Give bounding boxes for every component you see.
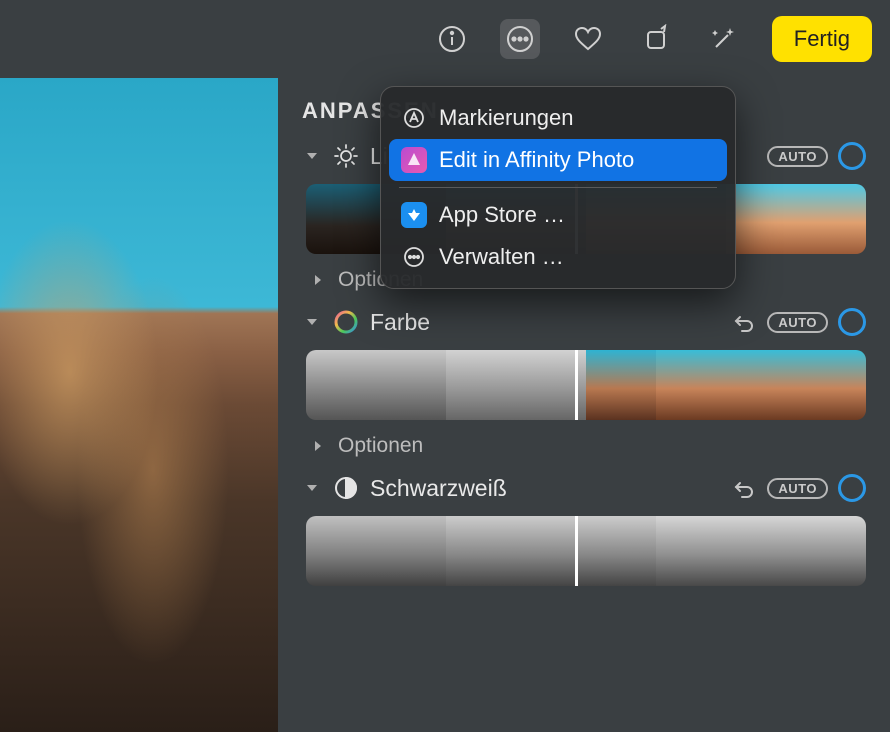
- affinity-photo-icon: [401, 147, 427, 173]
- adjustment-label: Schwarzweiß: [370, 475, 721, 502]
- auto-button[interactable]: AUTO: [767, 312, 828, 333]
- chevron-down-icon[interactable]: [302, 146, 322, 166]
- contrast-icon: [332, 474, 360, 502]
- image-preview: [0, 78, 278, 732]
- markup-icon: [401, 105, 427, 131]
- done-button[interactable]: Fertig: [772, 16, 872, 62]
- menu-item-manage[interactable]: Verwalten …: [389, 236, 727, 278]
- menu-item-affinity[interactable]: Edit in Affinity Photo: [389, 139, 727, 181]
- toolbar: Fertig: [0, 0, 890, 78]
- menu-item-label: Edit in Affinity Photo: [439, 147, 634, 173]
- app-store-icon: [401, 202, 427, 228]
- menu-item-label: App Store …: [439, 202, 565, 228]
- favorite-icon[interactable]: [568, 19, 608, 59]
- chevron-down-icon[interactable]: [302, 312, 322, 332]
- chevron-right-icon: [308, 436, 328, 456]
- menu-item-markup[interactable]: Markierungen: [389, 97, 727, 139]
- chevron-right-icon: [308, 270, 328, 290]
- menu-item-label: Markierungen: [439, 105, 574, 131]
- brightness-icon: [332, 142, 360, 170]
- rotate-icon[interactable]: [636, 19, 676, 59]
- info-icon[interactable]: [432, 19, 472, 59]
- undo-icon[interactable]: [731, 309, 757, 335]
- options-color[interactable]: Optionen: [308, 434, 866, 458]
- bw-slider-strip[interactable]: [306, 516, 866, 586]
- enable-toggle[interactable]: [838, 474, 866, 502]
- adjustment-bw[interactable]: Schwarzweiß AUTO: [302, 474, 866, 502]
- slider-handle[interactable]: [575, 516, 578, 586]
- options-label: Optionen: [338, 434, 423, 458]
- menu-item-appstore[interactable]: App Store …: [389, 194, 727, 236]
- auto-button[interactable]: AUTO: [767, 146, 828, 167]
- adjustment-color[interactable]: Farbe AUTO: [302, 308, 866, 336]
- auto-button[interactable]: AUTO: [767, 478, 828, 499]
- more-icon[interactable]: [500, 19, 540, 59]
- chevron-down-icon[interactable]: [302, 478, 322, 498]
- magic-wand-icon[interactable]: [704, 19, 744, 59]
- extensions-menu: Markierungen Edit in Affinity Photo App …: [380, 86, 736, 289]
- enable-toggle[interactable]: [838, 308, 866, 336]
- adjustment-label: Farbe: [370, 309, 721, 336]
- slider-handle[interactable]: [575, 350, 578, 420]
- more-icon: [401, 244, 427, 270]
- menu-separator: [399, 187, 717, 188]
- menu-item-label: Verwalten …: [439, 244, 564, 270]
- color-ring-icon: [332, 308, 360, 336]
- enable-toggle[interactable]: [838, 142, 866, 170]
- undo-icon[interactable]: [731, 475, 757, 501]
- color-slider-strip[interactable]: [306, 350, 866, 420]
